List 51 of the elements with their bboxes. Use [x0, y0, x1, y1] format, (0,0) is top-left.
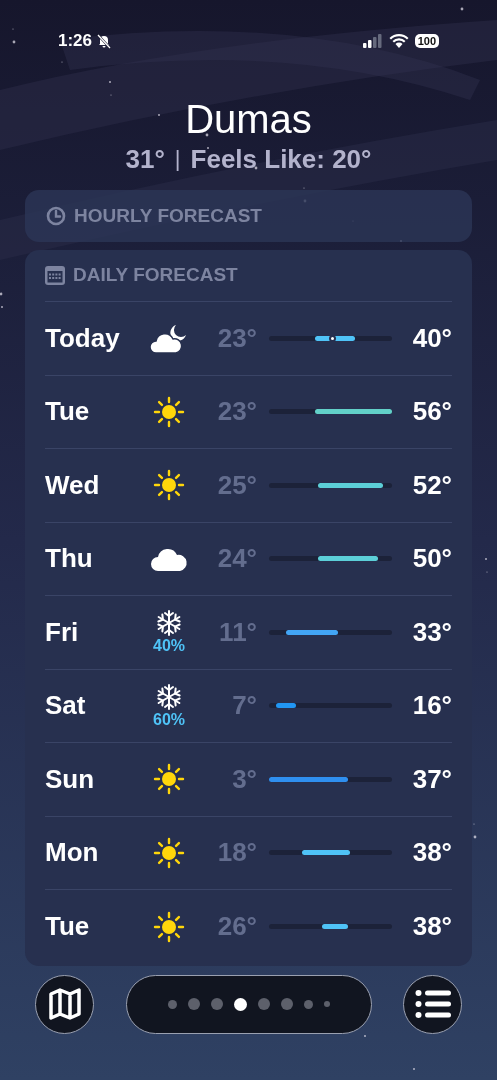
- sun-icon: [152, 468, 186, 503]
- signal-icon: [362, 33, 383, 48]
- sun-icon: [152, 394, 186, 429]
- high-temperature: 33°: [411, 615, 452, 649]
- list-icon: [414, 990, 451, 1018]
- low-temperature: 23°: [216, 321, 257, 355]
- wifi-icon: [388, 33, 409, 48]
- card-title: HOURLY FORECAST: [74, 203, 262, 228]
- high-temperature: 40°: [411, 321, 452, 355]
- precipitation-chance: 60%: [153, 710, 185, 729]
- hourly-forecast-card[interactable]: HOURLY FORECAST: [25, 190, 472, 242]
- day-label: Tue: [45, 910, 91, 944]
- separator: |: [174, 145, 181, 173]
- day-label: Sat: [45, 689, 87, 723]
- snowflake-icon: [155, 609, 183, 638]
- low-temperature: 18°: [216, 836, 257, 870]
- sun-icon: [152, 762, 186, 797]
- status-time: 1:26: [58, 29, 93, 52]
- clock-icon: [46, 206, 66, 226]
- day-label: Mon: [45, 836, 100, 870]
- snowflake-icon: [155, 682, 183, 711]
- feels-like-temperature: Feels Like: 20°: [190, 143, 372, 175]
- sun-icon: [152, 909, 186, 944]
- precipitation-chance: 40%: [153, 637, 185, 656]
- low-temperature: 23°: [216, 395, 257, 429]
- card-title: DAILY FORECAST: [73, 263, 238, 288]
- day-label: Today: [45, 321, 121, 355]
- current-temperature: 31°: [125, 143, 165, 175]
- low-temperature: 24°: [216, 542, 257, 576]
- cloud-moon-icon: [149, 322, 189, 355]
- calendar-icon: [45, 266, 65, 285]
- high-temperature: 38°: [411, 910, 452, 944]
- sun-icon: [152, 835, 186, 870]
- day-label: Thu: [45, 542, 94, 576]
- day-label: Tue: [45, 395, 91, 429]
- map-icon: [47, 987, 82, 1021]
- day-label: Wed: [45, 468, 101, 502]
- city-name: Dumas: [185, 96, 312, 143]
- high-temperature: 38°: [411, 836, 452, 870]
- low-temperature: 7°: [231, 689, 257, 723]
- high-temperature: 16°: [411, 689, 452, 723]
- high-temperature: 56°: [411, 395, 452, 429]
- low-temperature: 11°: [218, 615, 257, 649]
- low-temperature: 25°: [216, 468, 257, 502]
- high-temperature: 52°: [411, 468, 452, 502]
- high-temperature: 50°: [411, 542, 452, 576]
- high-temperature: 37°: [411, 762, 452, 796]
- low-temperature: 26°: [216, 910, 257, 944]
- day-label: Sun: [45, 762, 96, 796]
- day-label: Fri: [45, 615, 80, 649]
- low-temperature: 3°: [231, 762, 257, 796]
